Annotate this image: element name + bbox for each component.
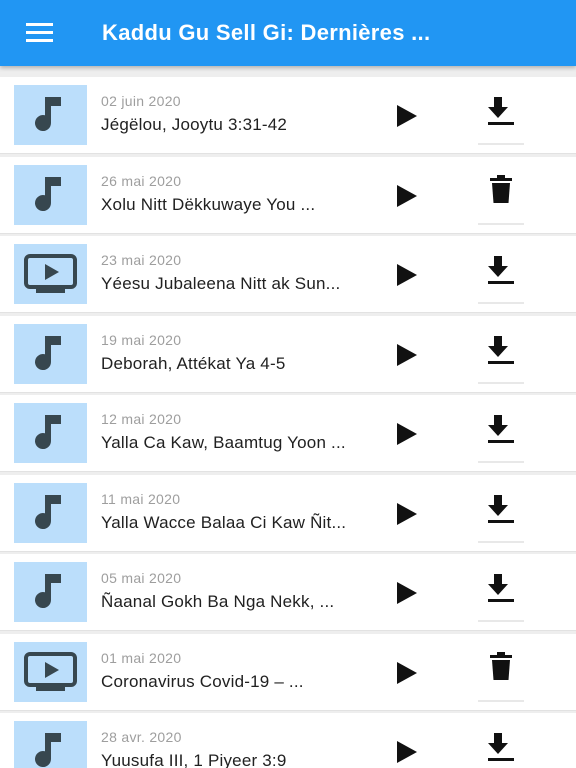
item-title[interactable]: Ñaanal Gokh Ba Nga Nekk, ...	[101, 592, 371, 612]
download-icon[interactable]	[478, 332, 524, 372]
app-bar: Kaddu Gu Sell Gi: Dernières ...	[0, 0, 576, 66]
item-date: 28 avr. 2020	[101, 729, 182, 745]
music-note-icon	[14, 323, 87, 384]
music-note-icon	[14, 482, 87, 543]
music-note-icon	[14, 164, 87, 225]
episode-list[interactable]: 02 juin 2020 Jégëlou, Jooytu 3:31-42 26 ma…	[0, 66, 576, 768]
page-title: Kaddu Gu Sell Gi: Dernières ...	[102, 20, 431, 45]
music-note-icon	[14, 721, 87, 768]
list-item[interactable]: 28 avr. 2020 Yuusufa III, 1 Piyeer 3:9	[0, 713, 576, 768]
download-icon[interactable]	[478, 252, 524, 292]
play-icon[interactable]	[391, 737, 421, 767]
item-title[interactable]: Coronavirus Covid-19 – ...	[101, 672, 371, 692]
delete-icon[interactable]	[478, 173, 524, 213]
play-icon[interactable]	[391, 419, 421, 449]
item-title[interactable]: Jégëlou, Jooytu 3:31-42	[101, 115, 371, 135]
item-title[interactable]: Deborah, Attékat Ya 4-5	[101, 354, 371, 374]
list-item[interactable]: 11 mai 2020 Yalla Wacce Balaa Ci Kaw Ñit.…	[0, 474, 576, 552]
item-date: 05 mai 2020	[101, 570, 182, 586]
list-item[interactable]: 05 mai 2020 Ñaanal Gokh Ba Nga Nekk, ...	[0, 554, 576, 631]
item-title[interactable]: Xolu Nitt Dëkkuwaye You ...	[101, 195, 371, 215]
item-title[interactable]: Yalla Wacce Balaa Ci Kaw Ñit...	[101, 513, 371, 533]
item-title[interactable]: Yalla Ca Kaw, Baamtug Yoon ...	[101, 433, 371, 453]
download-icon[interactable]	[478, 491, 524, 531]
item-date: 12 mai 2020	[101, 411, 182, 427]
action-underline	[478, 222, 524, 225]
item-title[interactable]: Yéesu Jubaleena Nitt ak Sun...	[101, 274, 371, 294]
tv-icon	[14, 641, 87, 702]
item-date: 19 mai 2020	[101, 331, 182, 348]
delete-icon[interactable]	[478, 650, 524, 690]
download-icon[interactable]	[478, 570, 524, 610]
download-icon[interactable]	[478, 729, 524, 768]
music-note-icon	[14, 85, 87, 145]
play-icon[interactable]	[391, 340, 421, 370]
action-underline	[478, 302, 524, 304]
play-icon[interactable]	[391, 499, 421, 529]
list-item[interactable]: 02 juin 2020 Jégëlou, Jooytu 3:31-42	[0, 77, 576, 154]
play-icon[interactable]	[391, 181, 421, 211]
music-note-icon	[14, 562, 87, 622]
tv-icon	[14, 244, 87, 304]
action-underline	[478, 143, 524, 145]
action-underline	[478, 620, 524, 622]
download-icon[interactable]	[478, 93, 524, 133]
play-icon[interactable]	[391, 101, 421, 131]
item-date: 26 mai 2020	[101, 172, 182, 189]
item-date: 01 mai 2020	[101, 649, 182, 666]
action-underline	[478, 461, 524, 463]
list-item[interactable]: 01 mai 2020 Coronavirus Covid-19 – ...	[0, 633, 576, 711]
item-date: 11 mai 2020	[101, 490, 181, 507]
list-item[interactable]: 26 mai 2020 Xolu Nitt Dëkkuwaye You ...	[0, 156, 576, 234]
item-date: 23 mai 2020	[101, 252, 182, 268]
menu-icon[interactable]	[26, 21, 53, 45]
action-underline	[478, 699, 524, 702]
list-item[interactable]: 19 mai 2020 Deborah, Attékat Ya 4-5	[0, 315, 576, 393]
play-icon[interactable]	[391, 578, 421, 608]
play-icon[interactable]	[391, 260, 421, 290]
list-item[interactable]: 12 mai 2020 Yalla Ca Kaw, Baamtug Yoon ..…	[0, 395, 576, 472]
item-date: 02 juin 2020	[101, 93, 181, 109]
download-icon[interactable]	[478, 411, 524, 451]
play-icon[interactable]	[391, 658, 421, 688]
action-underline	[478, 381, 524, 384]
item-title[interactable]: Yuusufa III, 1 Piyeer 3:9	[101, 751, 371, 768]
action-underline	[478, 540, 524, 543]
music-note-icon	[14, 403, 87, 463]
list-item[interactable]: 23 mai 2020 Yéesu Jubaleena Nitt ak Sun..…	[0, 236, 576, 313]
